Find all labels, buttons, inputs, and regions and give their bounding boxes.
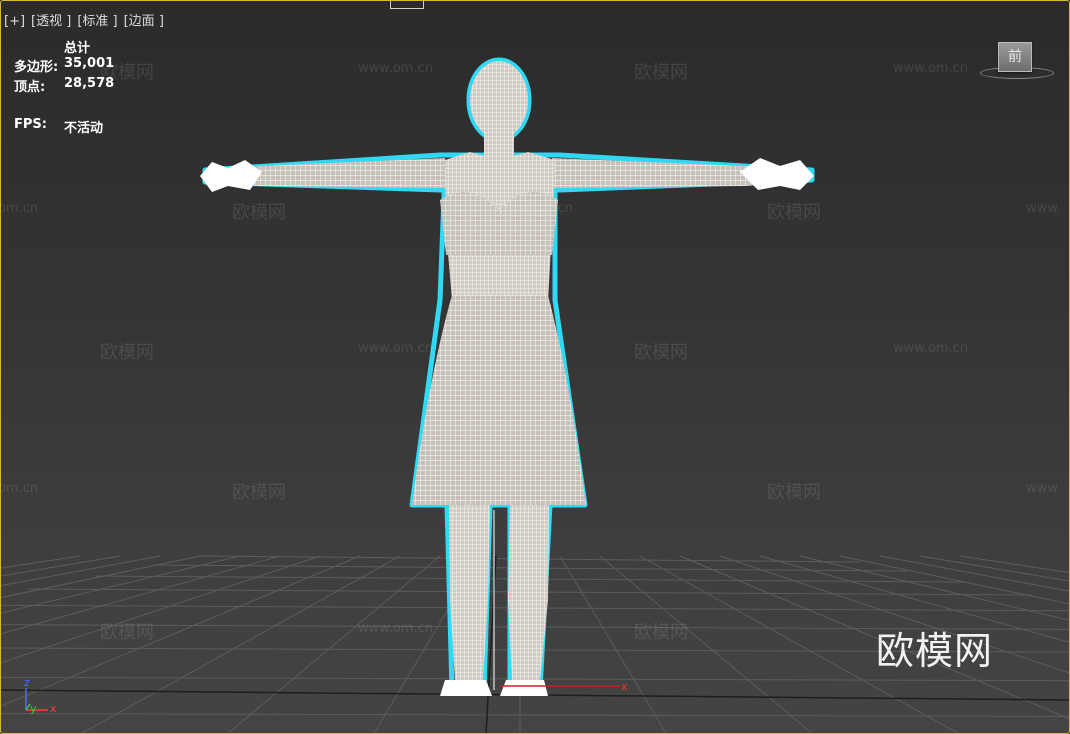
brand-watermark: 欧模网: [634, 342, 688, 363]
left-foot-mesh: [440, 680, 492, 696]
viewport-top-tab[interactable]: [390, 0, 424, 9]
brand-watermark: 欧模网: [634, 62, 688, 83]
viewcube-front-face[interactable]: 前: [998, 42, 1032, 72]
axis-tripod: z y x: [18, 676, 68, 720]
stats-polygons-value: 35,001: [64, 56, 115, 71]
grid-line: [79, 555, 401, 734]
viewport-menu-shading-standard[interactable]: [标准 ]: [77, 14, 117, 29]
stats-total-header: 总计: [64, 41, 91, 56]
brand-watermark-large: 欧模网: [876, 629, 994, 673]
brand-watermark: 欧模网: [767, 482, 821, 503]
grid-line: [559, 555, 667, 734]
brand-watermark: 欧模网: [232, 482, 286, 503]
right-foot-mesh: [500, 680, 548, 696]
wireframe-figure[interactable]: [200, 57, 815, 696]
axis-z-label: z: [24, 676, 30, 689]
head-mesh: [470, 61, 528, 139]
perspective-viewport[interactable]: x 欧模网 www.om.cn 欧模网 www.om.cn om.cn 欧模网 www.om…: [0, 0, 1070, 734]
url-watermark: www.om.cn: [358, 621, 433, 636]
url-watermark: www.om.cn: [498, 201, 573, 216]
axis-y-label: y: [30, 702, 37, 715]
gizmo-x-label: x: [621, 680, 628, 693]
url-watermark: www.om.cn: [358, 61, 433, 76]
url-watermark: www.om.cn: [893, 61, 968, 76]
viewport-menu-plus[interactable]: [+]: [4, 14, 25, 29]
stats-polygons-label: 多边形:: [14, 60, 59, 75]
grid-line: [679, 555, 1070, 720]
viewport-menu-perspective[interactable]: [透视 ]: [31, 14, 71, 29]
url-watermark: om.cn: [0, 201, 39, 216]
stats-vertices-label: 顶点:: [14, 80, 46, 95]
axis-x-label: x: [50, 702, 57, 715]
stats-fps-value: 不活动: [64, 121, 104, 136]
url-watermark: www.: [1026, 201, 1061, 216]
url-watermark: www.om.cn: [893, 341, 968, 356]
url-watermark: www.om.cn: [358, 341, 433, 356]
brand-watermark: 欧模网: [100, 342, 154, 363]
grid-line: [599, 555, 814, 734]
brand-watermark: 欧模网: [767, 202, 821, 223]
stats-fps-label: FPS:: [14, 117, 47, 132]
brand-watermark: 欧模网: [634, 622, 688, 643]
stats-vertices-value: 28,578: [64, 76, 115, 91]
url-watermark: om.cn: [0, 481, 39, 496]
viewport-menu-edged-faces[interactable]: [边面 ]: [124, 14, 164, 29]
left-leg-mesh: [449, 505, 490, 680]
grid-line: [0, 713, 1070, 717]
brand-watermark: 欧模网: [232, 202, 286, 223]
url-watermark: www.: [1026, 481, 1061, 496]
viewport-label-menu[interactable]: [+] [透视 ] [标准 ] [边面 ]: [4, 10, 170, 29]
brand-watermark: 欧模网: [100, 622, 154, 643]
grid-line: [226, 555, 441, 734]
